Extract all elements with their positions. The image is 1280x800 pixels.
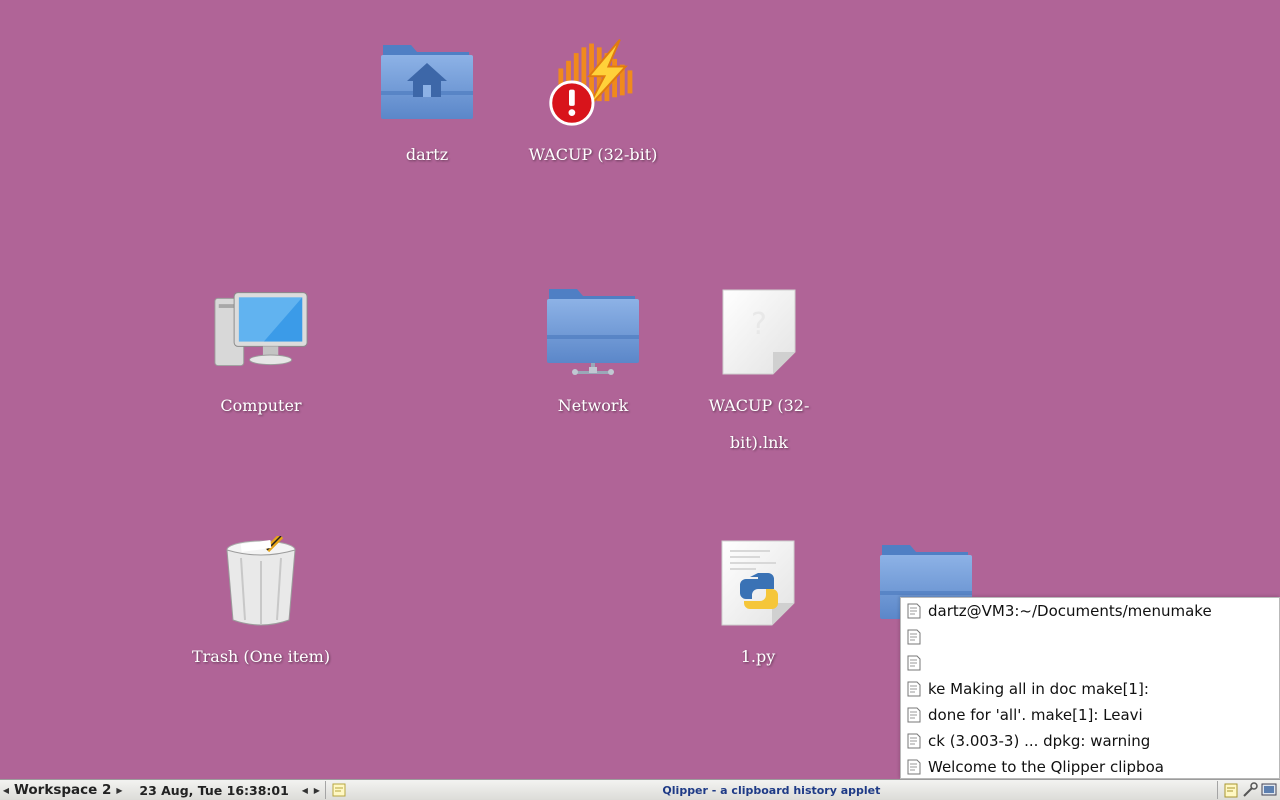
clipboard-entry[interactable] (901, 624, 1279, 650)
tools-tray-icon[interactable] (1242, 782, 1258, 798)
clipboard-entry-text: ke Making all in doc make[1]: (928, 680, 1149, 698)
desktop-icon-python-file[interactable]: 1.py (710, 534, 806, 675)
desktop-icon-label: dartz (405, 145, 449, 164)
wacup-app-icon (549, 39, 633, 126)
clipboard-entry[interactable] (901, 650, 1279, 676)
trash-full-icon (226, 536, 296, 626)
desktop-icon-home[interactable]: dartz (379, 32, 475, 173)
taskbar-divider (1217, 781, 1218, 799)
clipboard-entry[interactable]: dartz@VM3:~/Documents/menumake (901, 598, 1279, 624)
clipboard-entry[interactable]: ck (3.003-3) ... dpkg: warning (901, 728, 1279, 754)
taskbar: ◀ Workspace 2 ▶ 23 Aug, Tue 16:38:01 ◀ ▶… (0, 779, 1280, 800)
task-next-arrow-icon[interactable]: ▶ (311, 786, 323, 795)
taskbar-task-qlipper[interactable]: Qlipper - a clipboard history applet (328, 781, 1215, 800)
desktop-icon-computer[interactable]: Computer (201, 283, 321, 424)
clipboard-entry-text: ck (3.003-3) ... dpkg: warning (928, 732, 1151, 750)
clipboard-entry[interactable]: ke Making all in doc make[1]: (901, 676, 1279, 702)
text-document-icon (907, 603, 921, 619)
network-folder-icon (547, 289, 639, 375)
unknown-file-icon: ? (722, 289, 796, 375)
clipboard-entry-text: dartz@VM3:~/Documents/menumake (928, 602, 1212, 620)
text-document-icon (907, 681, 921, 697)
workspace-name[interactable]: Workspace 2 (12, 782, 113, 798)
text-document-icon (907, 707, 921, 723)
desktop-icon-wacup-lnk[interactable]: ? WACUP (32-bit).lnk (699, 283, 819, 461)
clipboard-app-icon (332, 783, 346, 796)
clipboard-entry[interactable]: done for 'all'. make[1]: Leavi (901, 702, 1279, 728)
desktop-icon-label: Computer (220, 396, 302, 415)
clipboard-entry[interactable]: Welcome to the Qlipper clipboa (901, 754, 1279, 780)
taskbar-task-title: Qlipper - a clipboard history applet (662, 783, 881, 797)
clipboard-history-menu: dartz@VM3:~/Documents/menumake ke Making… (900, 597, 1280, 779)
taskbar-clock[interactable]: 23 Aug, Tue 16:38:01 (125, 783, 298, 798)
python-file-icon (721, 540, 795, 626)
clipboard-entry-text: done for 'all'. make[1]: Leavi (928, 706, 1143, 724)
desktop-icon-label: WACUP (32-bit).lnk (708, 396, 810, 452)
task-prev-arrow-icon[interactable]: ◀ (299, 786, 311, 795)
clipboard-entry-text: Welcome to the Qlipper clipboa (928, 758, 1164, 776)
desktop-icon-wacup[interactable]: WACUP (32-bit) (529, 32, 657, 173)
workspace-next-arrow-icon[interactable]: ▶ (113, 786, 125, 795)
computer-icon (214, 292, 308, 367)
system-tray (1220, 781, 1280, 800)
desktop-icon-trash[interactable]: Trash (One item) (192, 534, 330, 675)
text-document-icon (907, 655, 921, 671)
desktop-icon-network[interactable]: Network (545, 283, 641, 424)
text-document-icon (907, 733, 921, 749)
clipboard-tray-icon[interactable] (1223, 782, 1239, 798)
workspace-prev-arrow-icon[interactable]: ◀ (0, 786, 12, 795)
text-document-icon (907, 759, 921, 775)
text-document-icon (907, 629, 921, 645)
desktop-icon-label: WACUP (32-bit) (528, 145, 658, 164)
taskbar-divider (324, 781, 326, 799)
desktop-icon-label: Network (557, 396, 629, 415)
desktop-icon-label: Trash (One item) (191, 647, 331, 666)
svg-text:?: ? (751, 307, 767, 342)
home-folder-icon (381, 45, 473, 119)
show-desktop-icon[interactable] (1261, 782, 1277, 798)
desktop-icon-label: 1.py (740, 647, 776, 666)
